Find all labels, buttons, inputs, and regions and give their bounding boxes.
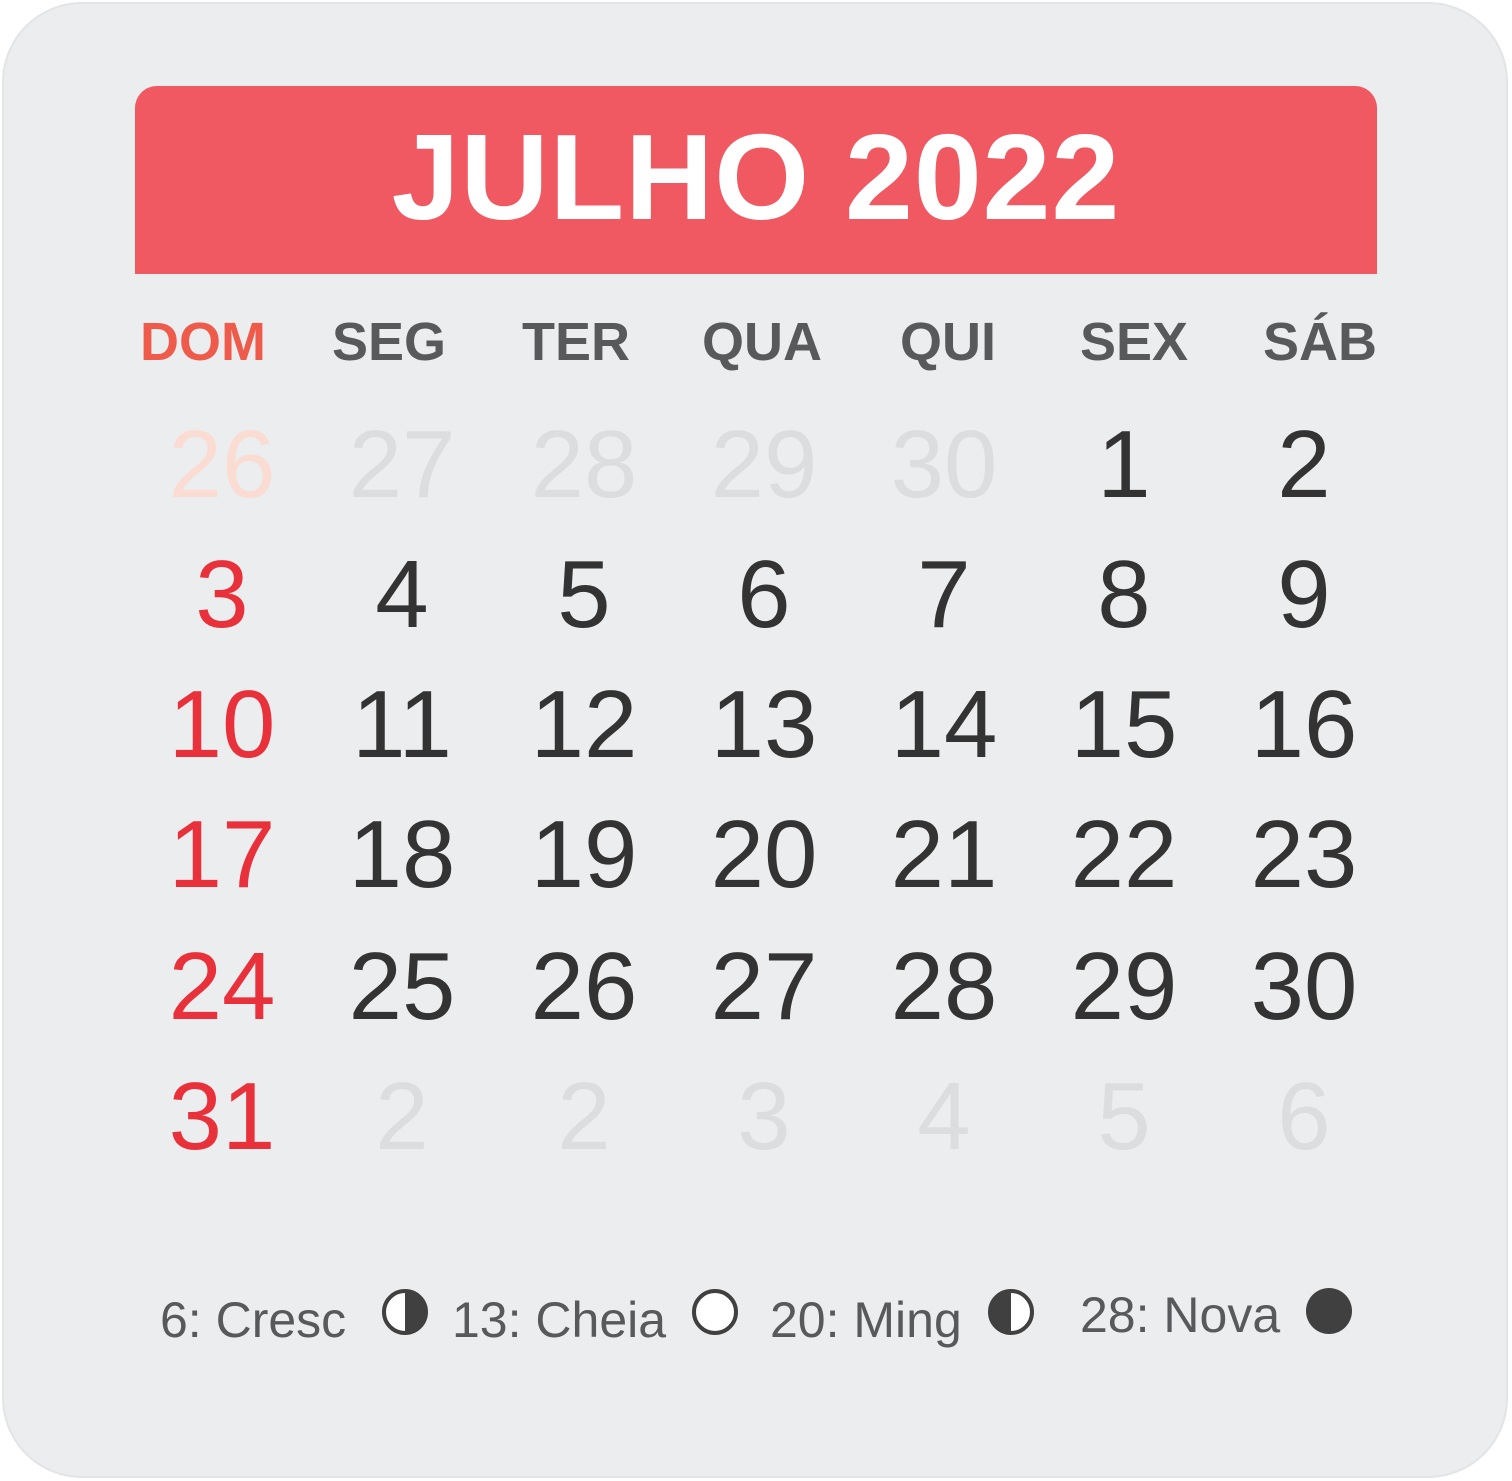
day-cell: 26: [530, 933, 638, 1040]
day-cell: 25: [348, 933, 456, 1040]
month-title: JULHO 2022: [391, 109, 1121, 245]
weekday-label: QUI: [899, 312, 996, 372]
day-cell-adjacent-month: 27: [348, 411, 456, 518]
day-cell: 9: [1277, 541, 1331, 648]
day-cell: 11: [352, 671, 452, 778]
day-cell: 27: [710, 933, 818, 1040]
day-cell: 7: [917, 541, 971, 648]
day-cell: 4: [375, 541, 429, 648]
day-cell-adjacent-month: 26: [168, 411, 276, 518]
day-cell: 5: [557, 541, 611, 648]
day-cell: 17: [168, 801, 276, 908]
last-quarter-moon-icon: [988, 1289, 1034, 1335]
day-cell: 16: [1250, 671, 1358, 778]
day-cell-adjacent-month: 5: [1097, 1063, 1151, 1170]
first-quarter-moon-icon: [382, 1289, 428, 1335]
day-cell: 19: [530, 801, 638, 908]
day-cell: 1: [1097, 411, 1151, 518]
weekday-label: DOM: [140, 312, 266, 372]
day-cell-adjacent-month: 28: [530, 411, 638, 518]
weekday-label: TER: [522, 312, 630, 372]
day-cell-adjacent-month: 6: [1277, 1063, 1331, 1170]
day-cell: 28: [890, 933, 998, 1040]
new-moon-icon: [1306, 1288, 1352, 1334]
day-cell: 23: [1250, 801, 1358, 908]
day-cell-adjacent-month: 3: [737, 1063, 791, 1170]
day-cell: 13: [710, 671, 818, 778]
day-cell: 8: [1097, 541, 1151, 648]
day-cell-adjacent-month: 4: [917, 1063, 971, 1170]
weekday-label: SEX: [1079, 312, 1189, 372]
day-cell-adjacent-month: 2: [375, 1063, 429, 1170]
day-cell: 31: [168, 1063, 276, 1170]
day-cell: 20: [710, 801, 818, 908]
weekday-label: QUA: [702, 312, 822, 372]
day-cell: 12: [530, 671, 638, 778]
day-cell: 3: [195, 541, 249, 648]
moon-phase-label-3: 20: Ming: [770, 1292, 962, 1348]
day-cell: 14: [890, 671, 998, 778]
weekday-label: SEG: [331, 312, 447, 372]
day-cell: 6: [737, 541, 791, 648]
moon-phase-label-4: 28: Nova: [1080, 1287, 1281, 1343]
weekday-label: SÁB: [1262, 312, 1377, 372]
day-cell: 30: [1250, 933, 1358, 1040]
day-cell: 22: [1070, 801, 1178, 908]
day-cell: 15: [1070, 671, 1178, 778]
day-cell-adjacent-month: 30: [890, 411, 998, 518]
day-cell: 29: [1070, 933, 1178, 1040]
day-cell: 21: [890, 801, 998, 908]
day-cell-adjacent-month: 2: [557, 1063, 611, 1170]
moon-phase-label-2: 13: Cheia: [452, 1292, 667, 1348]
day-cell: 2: [1277, 411, 1331, 518]
day-cell: 18: [348, 801, 456, 908]
day-cell: 10: [168, 671, 276, 778]
full-moon-icon: [692, 1289, 738, 1335]
day-cell: 24: [168, 933, 276, 1040]
day-cell-adjacent-month: 29: [710, 411, 818, 518]
moon-phase-label-1: 6: Cresc: [160, 1292, 347, 1348]
month-header: JULHO 2022: [135, 86, 1377, 274]
